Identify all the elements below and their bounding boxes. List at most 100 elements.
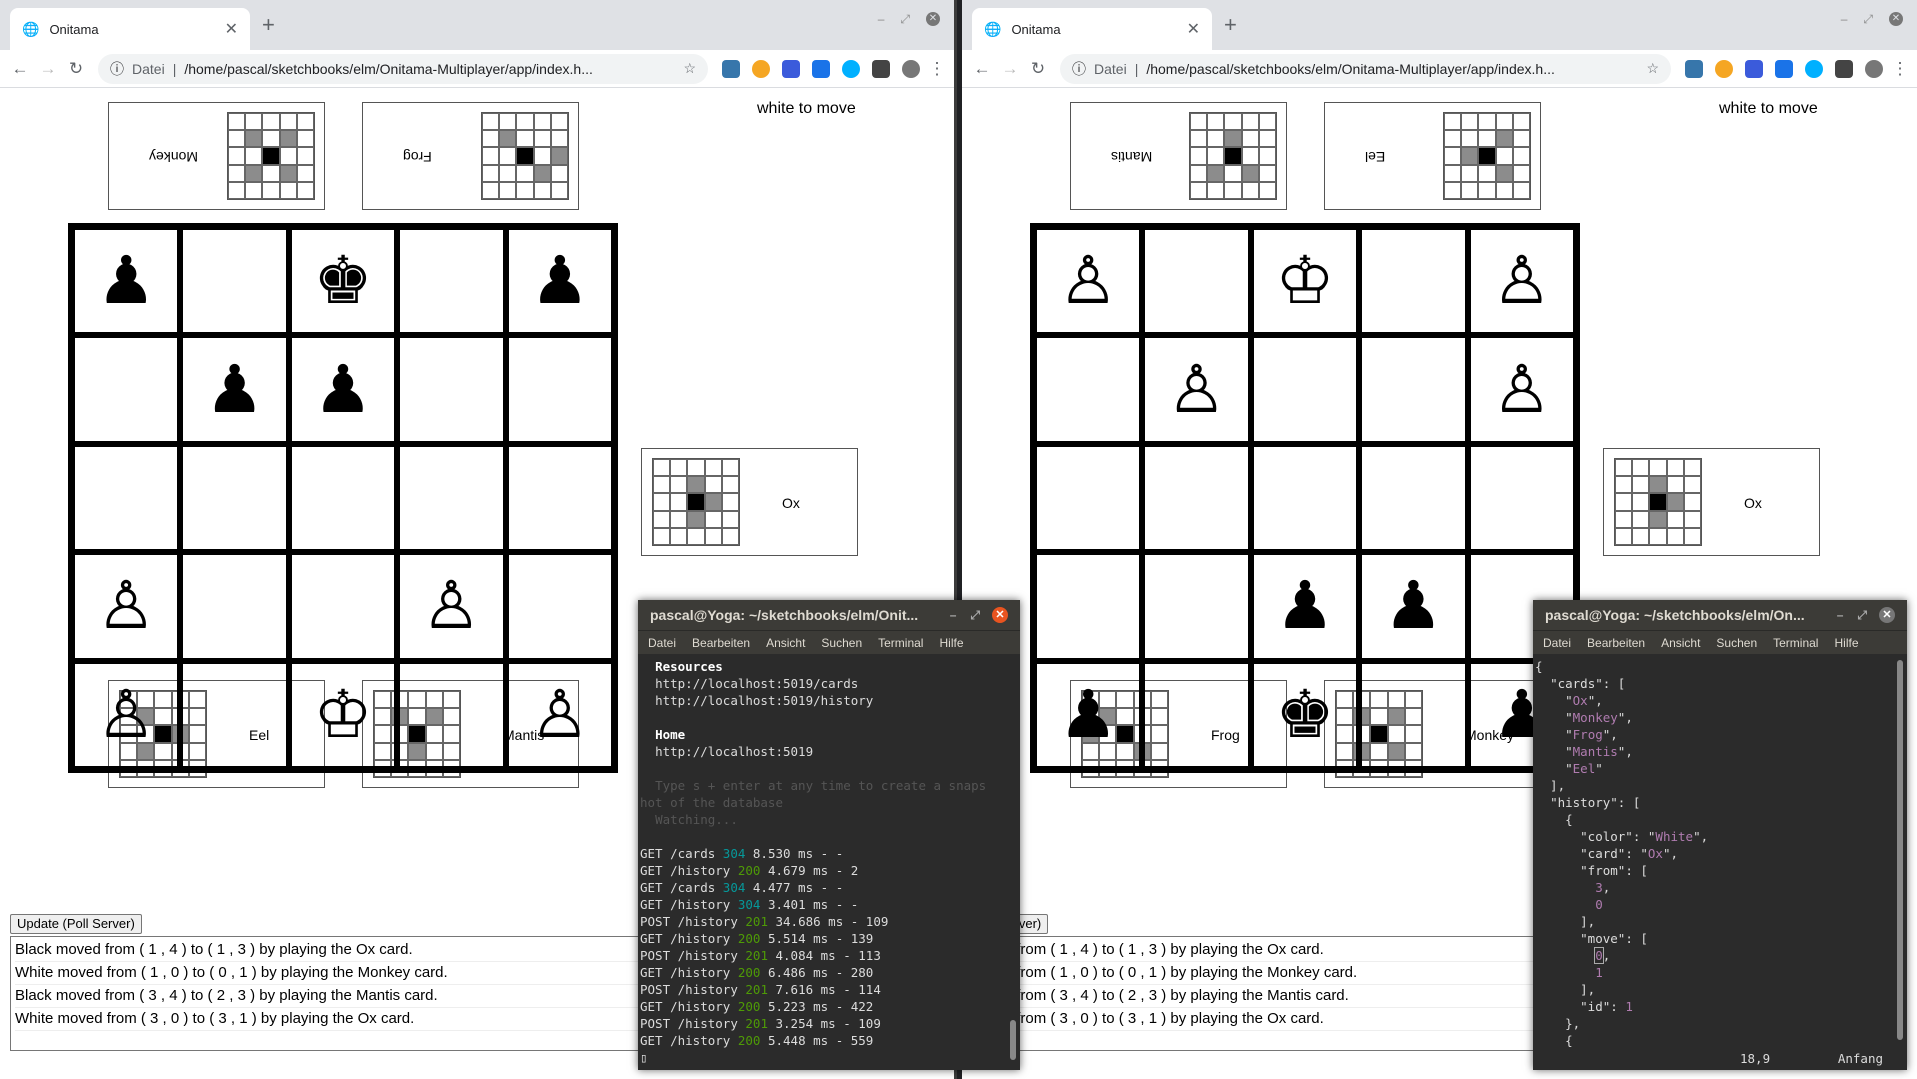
minimize-icon[interactable]: – bbox=[878, 12, 885, 27]
board-square[interactable] bbox=[72, 335, 181, 444]
reload-icon[interactable]: ↻ bbox=[1026, 59, 1050, 79]
menu-ansicht[interactable]: Ansicht bbox=[1661, 636, 1700, 650]
board-square[interactable]: ♙ bbox=[1034, 227, 1143, 336]
minimize-icon[interactable]: – bbox=[950, 608, 957, 622]
new-tab-button[interactable]: + bbox=[262, 12, 275, 38]
back-icon[interactable]: ← bbox=[970, 59, 994, 79]
board-square[interactable]: ♙ bbox=[72, 552, 181, 661]
close-window-icon[interactable]: ✕ bbox=[1889, 12, 1903, 26]
reload-icon[interactable]: ↻ bbox=[64, 59, 88, 79]
board-square[interactable]: ♚ bbox=[288, 227, 398, 336]
board-square[interactable]: ♙ bbox=[1142, 335, 1251, 444]
bookmark-star-icon[interactable]: ☆ bbox=[683, 60, 696, 77]
board-square[interactable] bbox=[1034, 552, 1143, 661]
gear-extension-icon[interactable] bbox=[752, 59, 770, 78]
move-card[interactable]: Frog bbox=[362, 102, 579, 210]
board-square[interactable]: ♙ bbox=[72, 660, 181, 769]
board-square[interactable] bbox=[180, 660, 289, 769]
close-icon[interactable]: ✕ bbox=[992, 607, 1008, 623]
board-square[interactable]: ♟ bbox=[505, 227, 614, 336]
board-square[interactable]: ♟ bbox=[180, 335, 289, 444]
window-extension-icon[interactable] bbox=[1745, 59, 1763, 78]
minimize-icon[interactable]: – bbox=[1841, 12, 1848, 27]
forward-icon[interactable]: → bbox=[36, 59, 60, 79]
move-card[interactable]: Mantis bbox=[1070, 102, 1287, 210]
board-square[interactable] bbox=[1359, 443, 1468, 553]
puzzle-extensions-icon[interactable] bbox=[872, 59, 890, 78]
menu-suchen[interactable]: Suchen bbox=[1716, 636, 1757, 650]
profile-avatar[interactable] bbox=[902, 59, 920, 78]
address-bar[interactable]: ⓘ Datei | /home/pascal/sketchbooks/elm/O… bbox=[98, 53, 708, 84]
terminal-output[interactable]: Resources http://localhost:5019/cards ht… bbox=[638, 654, 1020, 1066]
back-icon[interactable]: ← bbox=[8, 59, 32, 79]
menu-hilfe[interactable]: Hilfe bbox=[939, 636, 963, 650]
menu-ansicht[interactable]: Ansicht bbox=[766, 636, 805, 650]
board-square[interactable] bbox=[505, 552, 614, 661]
board-square[interactable]: ♟ bbox=[1034, 660, 1143, 769]
menu-bearbeiten[interactable]: Bearbeiten bbox=[1587, 636, 1645, 650]
move-card[interactable]: Monkey bbox=[108, 102, 325, 210]
address-bar[interactable]: ⓘ Datei | /home/pascal/sketchbooks/elm/O… bbox=[1060, 53, 1671, 84]
board-square[interactable]: ♟ bbox=[1250, 552, 1360, 661]
board-square[interactable] bbox=[1034, 335, 1143, 444]
board-square[interactable]: ♟ bbox=[288, 335, 398, 444]
browser-menu-icon[interactable]: ⋮ bbox=[1891, 59, 1909, 79]
menu-terminal[interactable]: Terminal bbox=[1773, 636, 1818, 650]
menu-suchen[interactable]: Suchen bbox=[821, 636, 862, 650]
board-square[interactable] bbox=[1467, 443, 1576, 553]
info-icon[interactable]: ⓘ bbox=[110, 59, 124, 79]
menu-terminal[interactable]: Terminal bbox=[878, 636, 923, 650]
board-square[interactable] bbox=[1142, 443, 1251, 553]
board-square[interactable] bbox=[288, 443, 398, 553]
side-move-card[interactable]: Ox bbox=[641, 448, 858, 556]
board-square[interactable] bbox=[397, 660, 506, 769]
board-square[interactable] bbox=[180, 552, 289, 661]
maximize-icon[interactable]: ⤢ bbox=[970, 608, 980, 623]
close-icon[interactable]: ✕ bbox=[1879, 607, 1895, 623]
profile-avatar[interactable] bbox=[1865, 59, 1883, 78]
board-square[interactable] bbox=[1142, 660, 1251, 769]
editor-scrollbar[interactable] bbox=[1897, 660, 1903, 1040]
board-square[interactable] bbox=[1034, 443, 1143, 553]
board-square[interactable] bbox=[1142, 227, 1251, 336]
info-icon[interactable]: ⓘ bbox=[1072, 59, 1086, 79]
update-poll-button[interactable]: Update (Poll Server) bbox=[10, 914, 142, 934]
s-extension-icon[interactable] bbox=[1775, 59, 1793, 78]
board-square[interactable]: ♔ bbox=[288, 660, 398, 769]
board-square[interactable]: ♟ bbox=[72, 227, 181, 336]
board-square[interactable] bbox=[397, 335, 506, 444]
s-extension-icon[interactable] bbox=[812, 59, 830, 78]
board-square[interactable] bbox=[1250, 443, 1360, 553]
board-square[interactable] bbox=[1359, 335, 1468, 444]
maximize-icon[interactable]: ⤢ bbox=[900, 12, 910, 27]
board-square[interactable] bbox=[1142, 552, 1251, 661]
browser-tab[interactable]: 🌐 Onitama ✕ bbox=[972, 8, 1212, 50]
maximize-icon[interactable]: ⤢ bbox=[1863, 12, 1873, 27]
board-square[interactable] bbox=[397, 443, 506, 553]
new-tab-button[interactable]: + bbox=[1224, 12, 1237, 38]
board-square[interactable] bbox=[505, 443, 614, 553]
python-extension-icon[interactable] bbox=[722, 59, 740, 78]
bookmark-star-icon[interactable]: ☆ bbox=[1646, 60, 1659, 77]
terminal-scrollbar[interactable] bbox=[1010, 1020, 1016, 1060]
board-square[interactable] bbox=[505, 335, 614, 444]
window-extension-icon[interactable] bbox=[782, 59, 800, 78]
menu-bearbeiten[interactable]: Bearbeiten bbox=[692, 636, 750, 650]
board-square[interactable]: ♙ bbox=[1467, 335, 1576, 444]
board-square[interactable]: ♚ bbox=[1250, 660, 1360, 769]
board-square[interactable]: ♟ bbox=[1359, 552, 1468, 661]
close-tab-icon[interactable]: ✕ bbox=[1187, 19, 1200, 39]
side-move-card[interactable]: Ox bbox=[1603, 448, 1820, 556]
python-extension-icon[interactable] bbox=[1685, 59, 1703, 78]
board-square[interactable]: ♙ bbox=[397, 552, 506, 661]
gear-extension-icon[interactable] bbox=[1715, 59, 1733, 78]
board-square[interactable]: ♙ bbox=[1467, 227, 1576, 336]
forward-icon[interactable]: → bbox=[998, 59, 1022, 79]
browser-menu-icon[interactable]: ⋮ bbox=[928, 59, 946, 79]
hex-extension-icon[interactable] bbox=[1805, 59, 1823, 78]
puzzle-extensions-icon[interactable] bbox=[1835, 59, 1853, 78]
menu-hilfe[interactable]: Hilfe bbox=[1834, 636, 1858, 650]
json-editor-output[interactable]: { "cards": [ "Ox", "Monkey", "Frog", "Ma… bbox=[1533, 654, 1907, 1049]
menu-datei[interactable]: Datei bbox=[1543, 636, 1571, 650]
board-square[interactable] bbox=[397, 227, 506, 336]
